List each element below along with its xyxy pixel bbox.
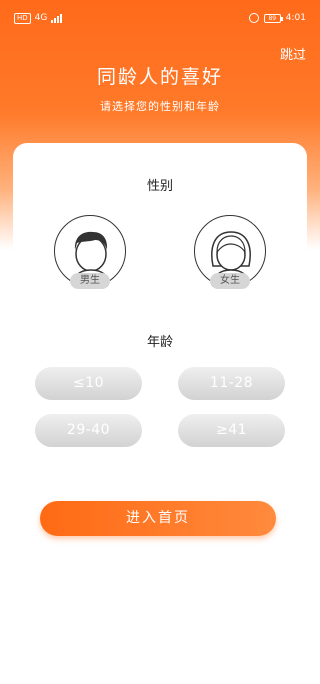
skip-button[interactable]: 跳过: [280, 44, 306, 63]
enter-home-button[interactable]: 进入首页: [40, 501, 276, 536]
battery-icon: 89: [263, 13, 283, 23]
gender-tag-male: 男生: [70, 273, 110, 289]
status-time: 4:01: [285, 13, 306, 23]
hd-badge: HD: [14, 12, 31, 24]
gender-option-male[interactable]: 男生: [54, 215, 126, 291]
signal-icon: [51, 13, 63, 23]
gender-section-label: 性别: [146, 179, 173, 194]
network-type: 4G: [34, 13, 48, 23]
gender-option-female[interactable]: 女生: [194, 215, 266, 291]
age-option-41-plus[interactable]: ≥41: [178, 414, 285, 447]
gender-tag-female: 女生: [210, 273, 250, 289]
age-section-label: 年龄: [146, 335, 173, 350]
age-option-29-40[interactable]: 29-40: [35, 414, 142, 447]
alarm-icon: [248, 13, 259, 23]
status-bar: HD 4G 89 4:01: [0, 0, 320, 36]
selection-card: 性别 男生 女生 年龄 ≤10 11-28 29-40 ≥41 进入首页: [13, 143, 307, 684]
status-left: HD 4G: [14, 12, 63, 24]
status-right: 89 4:01: [248, 13, 306, 23]
age-option-11-28[interactable]: 11-28: [178, 367, 285, 400]
age-option-under-10[interactable]: ≤10: [35, 367, 142, 400]
page-subtitle: 请选择您的性别和年龄: [100, 100, 220, 113]
page-title: 同龄人的喜好: [96, 66, 223, 88]
